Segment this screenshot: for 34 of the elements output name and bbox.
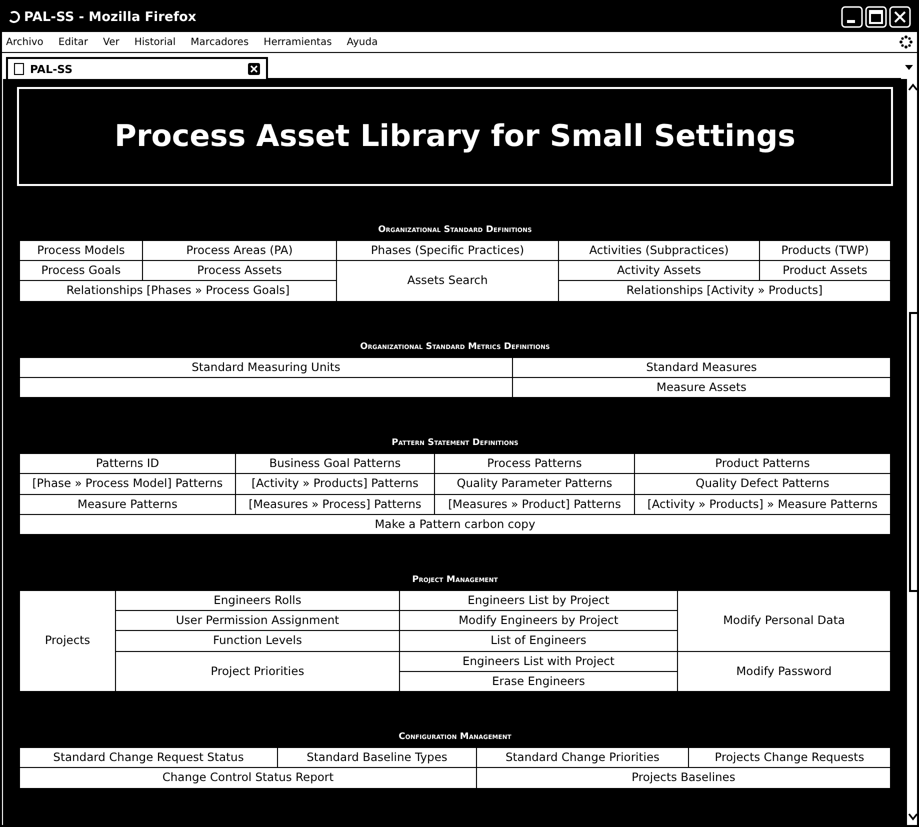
nav-link[interactable]: Assets Search — [407, 273, 488, 288]
window-title: PAL-SS - Mozilla Firefox — [24, 10, 196, 24]
page-icon — [14, 63, 24, 75]
maximize-icon[interactable] — [865, 6, 887, 28]
menu-item[interactable]: Herramientas — [264, 36, 332, 48]
section-heading: Configuration Management — [398, 731, 512, 744]
page-banner: Process Asset Library for Small Settings — [17, 87, 893, 186]
nav-link[interactable]: Modify Personal Data — [723, 613, 845, 628]
menu-item[interactable]: Marcadores — [190, 36, 249, 48]
close-tab-icon[interactable] — [248, 63, 260, 75]
menu-item[interactable]: Ver — [103, 36, 120, 48]
browser-icon — [8, 11, 20, 23]
section-heading: Pattern Statement Definitions — [390, 437, 520, 450]
section-heading: Organizational Standard Definitions — [377, 224, 533, 237]
nav-link[interactable]: Make a Pattern carbon copy — [374, 516, 536, 531]
nav-link[interactable]: Measure Assets — [656, 380, 746, 394]
close-icon[interactable] — [889, 6, 911, 28]
scroll-up-icon[interactable] — [908, 83, 917, 91]
throbber-icon — [899, 35, 913, 49]
dropdown-icon[interactable] — [905, 65, 913, 71]
menu-item[interactable]: Ayuda — [346, 36, 378, 48]
nav-link[interactable]: Modify Password — [736, 664, 832, 678]
menu-item[interactable]: Historial — [134, 36, 176, 48]
menu-item[interactable]: Archivo — [6, 36, 44, 48]
scroll-down-icon[interactable] — [908, 813, 917, 821]
nav-link[interactable]: Project Priorities — [210, 664, 304, 678]
section-heading: Organizational Standard Metrics Definitions — [359, 340, 551, 354]
browser-tab[interactable]: PAL-SS — [6, 57, 268, 79]
nav-link[interactable]: Projects — [44, 633, 90, 648]
nav-link[interactable]: Projects Baselines — [632, 770, 736, 784]
section-heading: Project Management — [411, 574, 499, 587]
scroll-thumb[interactable] — [909, 312, 917, 592]
menu-item[interactable]: Editar — [58, 36, 88, 48]
minimize-icon[interactable] — [841, 6, 863, 28]
